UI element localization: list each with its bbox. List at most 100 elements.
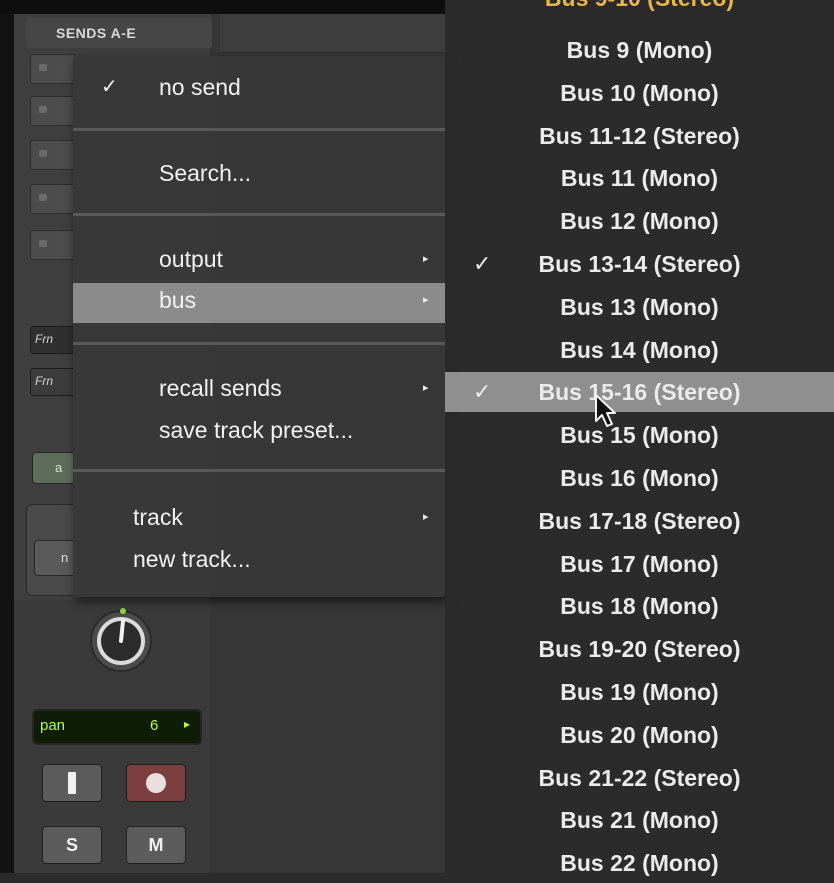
output-selector-label: Frn <box>35 374 53 388</box>
solo-label: S <box>65 835 78 855</box>
input-selector[interactable]: Frn <box>30 326 76 354</box>
automation-mode-button[interactable]: a <box>32 452 78 484</box>
send-slot-e[interactable] <box>30 230 76 260</box>
sends-header[interactable]: SENDS A-E <box>26 18 212 48</box>
send-slot-b[interactable] <box>30 96 76 126</box>
solo-button[interactable]: S <box>42 826 102 864</box>
bus-item-label: Bus 15-16 (Stereo) <box>538 379 741 405</box>
submenu-arrow-icon: ▸ <box>423 253 429 265</box>
bus-item[interactable]: Bus 19 (Mono) <box>445 672 834 712</box>
bus-item[interactable]: Bus 12 (Mono) <box>445 201 834 241</box>
bus-item-label: Bus 19-20 (Stereo) <box>538 636 741 662</box>
menu-item-label: save track preset... <box>159 417 354 443</box>
menu-separator <box>73 213 445 216</box>
bus-item[interactable]: Bus 19-20 (Stereo) <box>445 629 834 669</box>
bus-item[interactable]: Bus 15 (Mono) <box>445 415 834 455</box>
bus-item-label: Bus 13 (Mono) <box>560 294 719 320</box>
menu-item-save-track-preset[interactable]: save track preset... <box>73 413 445 451</box>
menu-item-no-send[interactable]: ✓ no send <box>73 70 445 108</box>
bus-item-label: Bus 21 (Mono) <box>560 807 719 833</box>
mute-button[interactable]: M <box>126 826 186 864</box>
send-slot-c[interactable] <box>30 140 76 170</box>
menu-item-track[interactable]: track ▸ <box>73 500 445 538</box>
bus-item-label: Bus 22 (Mono) <box>560 850 719 876</box>
menu-separator <box>73 469 445 472</box>
bus-item-label: Bus 11 (Mono) <box>560 165 719 191</box>
menu-item-label: track <box>133 504 183 530</box>
menu-item-recall-sends[interactable]: recall sends ▸ <box>73 371 445 409</box>
bus-item[interactable]: Bus 13 (Mono) <box>445 287 834 327</box>
bus-item[interactable]: ✓ Bus 13-14 (Stereo) <box>445 244 834 284</box>
input-monitor-button[interactable] <box>42 764 102 802</box>
checkmark-icon: ✓ <box>473 251 492 276</box>
menu-item-label: bus <box>159 287 197 313</box>
menu-item-label: Search... <box>159 160 252 186</box>
menu-item-new-track[interactable]: new track... <box>73 542 445 580</box>
bus-item-label: Bus 10 (Mono) <box>560 80 719 106</box>
submenu-arrow-icon: ▸ <box>423 511 429 523</box>
bus-item-label: Bus 13-14 (Stereo) <box>538 251 741 277</box>
checkmark-icon: ✓ <box>101 76 118 98</box>
send-indicator-icon <box>39 150 47 157</box>
send-indicator-icon <box>39 106 47 113</box>
menu-item-label: recall sends <box>159 375 282 401</box>
bus-item-label: Bus 18 (Mono) <box>560 593 719 619</box>
input-monitor-icon <box>68 772 76 794</box>
bus-item[interactable]: Bus 14 (Mono) <box>445 330 834 370</box>
menu-item-output[interactable]: output ▸ <box>73 242 445 280</box>
output-selector[interactable]: Frn <box>30 368 76 396</box>
input-selector-label: Frn <box>35 332 53 346</box>
bus-item[interactable]: ✓ Bus 15-16 (Stereo) <box>445 372 834 412</box>
bus-item[interactable]: Bus 21-22 (Stereo) <box>445 758 834 798</box>
record-icon <box>146 773 166 793</box>
menu-item-label: no send <box>159 74 241 100</box>
bus-item[interactable]: Bus 10 (Mono) <box>445 73 834 113</box>
pan-arrow-icon: ▸ <box>184 717 191 731</box>
menu-separator <box>73 128 445 131</box>
submenu-arrow-icon: ▸ <box>423 294 429 306</box>
send-slot-d[interactable] <box>30 184 76 214</box>
send-indicator-icon <box>39 64 47 71</box>
bus-item[interactable]: Bus 11 (Mono) <box>445 158 834 198</box>
bus-item[interactable]: Bus 9 (Mono) <box>445 30 834 70</box>
bus-item-label: Bus 12 (Mono) <box>560 208 719 234</box>
bus-item[interactable]: Bus 18 (Mono) <box>445 586 834 626</box>
send-indicator-icon <box>39 240 47 247</box>
bus-item-label: Bus 17-18 (Stereo) <box>538 508 741 534</box>
automation-mode-label: a <box>55 460 63 475</box>
pan-value: 6 <box>150 717 159 734</box>
bus-item-label: Bus 17 (Mono) <box>560 551 719 577</box>
bus-item[interactable]: Bus 22 (Mono) <box>445 843 834 883</box>
left-edge <box>0 14 14 873</box>
bus-item[interactable]: Bus 17-18 (Stereo) <box>445 501 834 541</box>
mixer-top-strip <box>220 14 445 53</box>
pan-label: pan <box>40 717 66 734</box>
bus-item[interactable]: Bus 17 (Mono) <box>445 544 834 584</box>
pan-display[interactable]: pan 6 ▸ <box>32 709 202 745</box>
submenu-arrow-icon: ▸ <box>423 382 429 394</box>
bus-item-label: Bus 20 (Mono) <box>560 722 719 748</box>
send-slot-a[interactable] <box>30 54 76 84</box>
bus-item-label: Bus 15 (Mono) <box>560 422 719 448</box>
bus-item[interactable]: Bus 11-12 (Stereo) <box>445 116 834 156</box>
send-indicator-icon <box>39 194 47 201</box>
group-selector-label: n <box>61 550 69 565</box>
menu-item-bus[interactable]: bus ▸ <box>73 283 445 323</box>
bus-item-label: Bus 9 (Mono) <box>566 37 713 63</box>
record-arm-button[interactable] <box>126 764 186 802</box>
menu-item-search[interactable]: Search... <box>73 156 445 194</box>
pan-knob[interactable] <box>86 604 156 674</box>
pan-knob-icon <box>90 608 152 672</box>
bus-item[interactable]: Bus 21 (Mono) <box>445 800 834 840</box>
bus-item-partial[interactable]: Bus 9-10 (Stereo) <box>445 0 834 18</box>
bus-item[interactable]: Bus 20 (Mono) <box>445 715 834 755</box>
mute-label: M <box>148 835 164 855</box>
checkmark-icon: ✓ <box>473 379 492 404</box>
bus-item-label: Bus 14 (Mono) <box>560 337 719 363</box>
menu-separator <box>73 342 445 345</box>
bus-item-label: Bus 19 (Mono) <box>560 679 719 705</box>
sends-header-label: SENDS A-E <box>56 25 137 41</box>
mouse-cursor-icon <box>595 394 616 427</box>
bus-item-label: Bus 21-22 (Stereo) <box>538 765 741 791</box>
bus-item[interactable]: Bus 16 (Mono) <box>445 458 834 498</box>
